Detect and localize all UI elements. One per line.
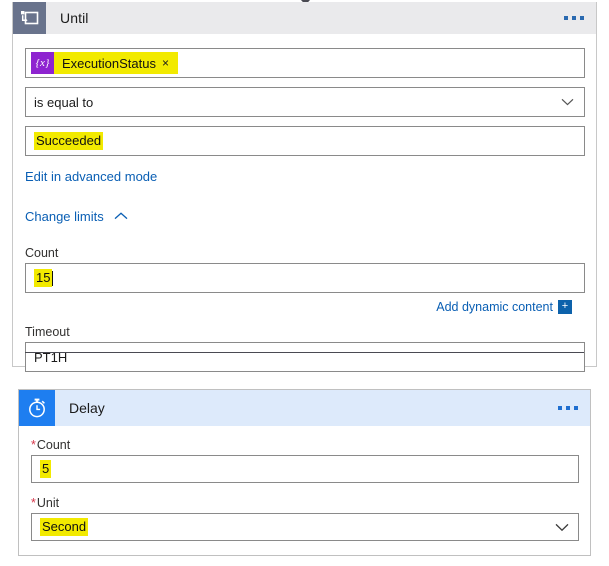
plus-icon[interactable]: + xyxy=(558,300,572,314)
required-asterisk: * xyxy=(31,438,36,452)
chevron-up-icon[interactable] xyxy=(114,207,128,225)
delay-ellipsis-menu-icon[interactable] xyxy=(558,406,578,410)
delay-unit-value: Second xyxy=(40,518,88,536)
until-ellipsis-menu-icon[interactable] xyxy=(564,16,584,20)
until-timeout-label: Timeout xyxy=(25,325,584,339)
chevron-down-icon xyxy=(561,98,574,106)
expression-variable-icon: {x} xyxy=(31,52,54,74)
until-timeout-input[interactable]: PT1H xyxy=(25,342,585,372)
until-count-input[interactable]: 15 xyxy=(25,263,585,293)
condition-operator-select[interactable]: is equal to xyxy=(25,87,585,117)
delay-count-value: 5 xyxy=(40,460,51,478)
stopwatch-icon xyxy=(19,390,55,426)
token-remove-icon[interactable]: × xyxy=(159,57,178,69)
condition-left-operand-field[interactable]: {x} ExecutionStatus × xyxy=(25,48,585,78)
edit-advanced-mode-link[interactable]: Edit in advanced mode xyxy=(25,169,157,184)
add-dynamic-content-link[interactable]: Add dynamic content + xyxy=(436,300,572,314)
delay-card-title: Delay xyxy=(69,400,105,416)
delay-count-input[interactable]: 5 xyxy=(31,455,579,483)
until-card-header[interactable]: Until xyxy=(13,2,596,34)
until-card-title: Until xyxy=(60,10,89,26)
delay-unit-select[interactable]: Second xyxy=(31,513,579,541)
delay-count-label-text: Count xyxy=(37,438,70,452)
required-asterisk: * xyxy=(31,496,36,510)
delay-unit-label: *Unit xyxy=(31,496,578,510)
condition-right-operand-field[interactable]: Succeeded xyxy=(25,126,585,156)
until-action-card: Until {x} ExecutionStatus × is equal to xyxy=(12,2,597,367)
token-label: ExecutionStatus xyxy=(54,56,159,71)
condition-value: Succeeded xyxy=(34,132,103,150)
until-count-value: 15 xyxy=(34,269,52,287)
until-card-body: {x} ExecutionStatus × is equal to Succee… xyxy=(13,34,596,367)
delay-card-header[interactable]: Delay xyxy=(19,390,590,426)
dynamic-content-token[interactable]: {x} ExecutionStatus × xyxy=(31,52,178,74)
until-count-label: Count xyxy=(25,246,584,260)
delay-card-body: *Count 5 *Unit Second xyxy=(19,426,590,541)
chevron-down-icon xyxy=(555,523,568,531)
add-dynamic-content-label: Add dynamic content xyxy=(436,300,553,314)
delay-action-card: Delay *Count 5 *Unit Second xyxy=(18,389,591,556)
condition-operator-value: is equal to xyxy=(34,95,93,110)
delay-count-label: *Count xyxy=(31,438,578,452)
delay-unit-label-text: Unit xyxy=(37,496,59,510)
flow-designer-canvas: Until {x} ExecutionStatus × is equal to xyxy=(0,0,609,566)
change-limits-link[interactable]: Change limits xyxy=(25,209,104,224)
until-loop-icon xyxy=(13,2,46,34)
until-body-divider xyxy=(25,352,584,353)
